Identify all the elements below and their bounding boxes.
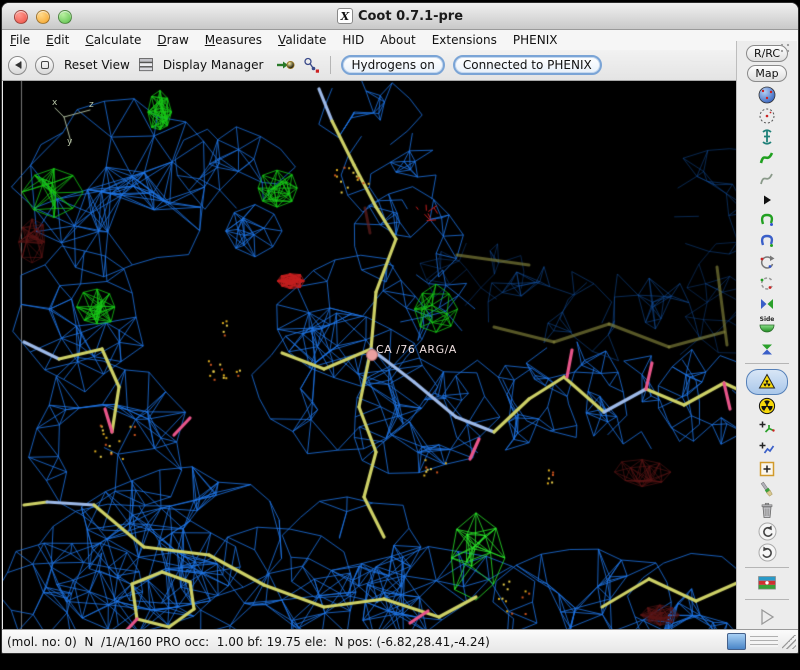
phenix-connection-button[interactable]: Connected to PHENIX xyxy=(452,55,602,75)
toolbar-separator xyxy=(330,56,332,74)
separator xyxy=(745,599,789,601)
axis-x-label: x xyxy=(52,98,58,108)
status-grip[interactable] xyxy=(750,636,778,647)
menu-bar: File Edit Calculate Draw Measures Validate HID… xyxy=(2,30,798,50)
axis-z-label: z xyxy=(89,100,94,110)
auto-fit-rotamer-icon xyxy=(760,214,774,227)
redo-icon xyxy=(758,543,776,562)
axis-y-label: y xyxy=(67,137,73,147)
auto-fit-rotamer-button[interactable] xyxy=(758,210,776,231)
menu-measures[interactable]: Measures xyxy=(205,33,262,47)
torsion-general-icon xyxy=(760,277,774,290)
clear-brush-button[interactable] xyxy=(758,479,776,500)
menu-file[interactable]: File xyxy=(10,33,30,47)
warning-trefoil-icon xyxy=(758,373,776,389)
play-triangle-icon xyxy=(764,195,771,205)
add-alt-conf-button[interactable] xyxy=(758,437,776,458)
radiation-blob-button[interactable] xyxy=(758,396,776,417)
map-button[interactable]: Map xyxy=(747,65,787,82)
screen: X Coot 0.7.1-pre File Edit Calculate Draw Me… xyxy=(0,0,800,670)
x11-icon: X xyxy=(336,8,353,24)
undo-icon xyxy=(758,522,776,541)
window-title: Coot 0.7.1-pre xyxy=(357,8,464,24)
add-terminal-residue-icon xyxy=(759,421,775,433)
status-text: (mol. no: 0) N /1/A/160 PRO occ: 1.00 bf… xyxy=(7,634,490,649)
atom-label: CA /76 ARG/A xyxy=(376,343,457,356)
menu-phenix[interactable]: PHENIX xyxy=(513,33,558,47)
hydrogens-toggle-button[interactable]: Hydrogens on xyxy=(341,55,445,75)
flip-peptide-icon xyxy=(761,298,773,309)
rotate-translate-button[interactable] xyxy=(760,189,774,210)
menu-extensions[interactable]: Extensions xyxy=(432,33,497,47)
redo-button[interactable] xyxy=(758,542,777,563)
coot-window: X Coot 0.7.1-pre File Edit Calculate Draw Me… xyxy=(1,2,799,654)
torsion-general-button[interactable] xyxy=(758,273,776,294)
edit-chi-angles-button[interactable] xyxy=(758,252,776,273)
go-to-atom-icon[interactable] xyxy=(275,57,295,73)
reset-view-button[interactable]: Reset View xyxy=(64,58,130,72)
collapse-toolbar-button[interactable] xyxy=(8,55,27,75)
view-sphere-button[interactable] xyxy=(758,85,776,106)
rotamer-icon xyxy=(760,235,774,248)
undo-button[interactable] xyxy=(758,521,777,542)
menu-calculate[interactable]: Calculate xyxy=(85,33,141,47)
rigid-body-fit-button[interactable] xyxy=(758,168,776,189)
add-terminal-residue-button[interactable] xyxy=(758,417,776,438)
gl-canvas[interactable]: x z y CA /76 ARG/A xyxy=(3,81,737,631)
brush-icon xyxy=(760,481,773,497)
refine-anchor-icon xyxy=(762,129,772,145)
delete-item-button[interactable] xyxy=(758,500,776,521)
flip-peptide-button[interactable] xyxy=(758,293,776,314)
back-arrow-icon xyxy=(14,61,21,69)
main-toolbar: Reset View Display Manager Hydrogens on … xyxy=(2,50,736,81)
stop-view-button[interactable] xyxy=(35,55,54,75)
menu-about[interactable]: About xyxy=(380,33,415,47)
density-scene[interactable] xyxy=(3,81,737,631)
rigid-body-icon xyxy=(760,173,773,185)
flag-icon xyxy=(758,576,776,590)
add-alt-conf-icon xyxy=(759,442,775,454)
jed-flip-button[interactable] xyxy=(758,338,776,359)
expand-toolbar-button[interactable] xyxy=(757,604,777,630)
square-icon xyxy=(40,61,49,69)
ligand-flag-button[interactable] xyxy=(757,572,777,596)
menu-edit[interactable]: Edit xyxy=(46,33,69,47)
jed-flip-icon xyxy=(762,344,772,355)
menu-draw[interactable]: Draw xyxy=(157,33,188,47)
display-manager-icon xyxy=(138,58,153,72)
regularize-zone-icon xyxy=(759,152,774,164)
place-atom-icon xyxy=(759,461,775,476)
menu-validate[interactable]: Validate xyxy=(278,33,326,47)
trash-icon xyxy=(761,502,773,518)
regularize-zone-button[interactable] xyxy=(758,148,776,169)
rotamer-button[interactable] xyxy=(758,231,776,252)
molecule-icon[interactable] xyxy=(303,57,320,74)
recentre-target-icon xyxy=(759,108,775,124)
status-bar: (mol. no: 0) N /1/A/160 PRO occ: 1.00 bf… xyxy=(2,629,798,653)
expand-play-icon xyxy=(761,609,775,626)
side-toolbar: R/RC Map Side xyxy=(736,41,797,630)
toolbar-grip[interactable] xyxy=(780,43,792,53)
window-title-area: X Coot 0.7.1-pre xyxy=(2,3,798,29)
window-resize-grip[interactable] xyxy=(782,634,796,649)
separator xyxy=(745,362,789,364)
side-chain-180-button[interactable]: Side xyxy=(758,314,776,338)
difference-map-blob-button-active[interactable] xyxy=(746,368,788,395)
view-sphere-icon xyxy=(758,87,776,104)
menu-hid[interactable]: HID xyxy=(342,33,364,47)
recentre-button[interactable] xyxy=(758,106,776,127)
radiation-icon xyxy=(758,398,776,415)
separator xyxy=(745,566,789,568)
display-manager-button[interactable]: Display Manager xyxy=(163,58,264,72)
real-space-refine-button[interactable] xyxy=(758,127,776,148)
side-chain-180-icon xyxy=(759,324,775,333)
edit-chi-angles-icon xyxy=(760,255,775,269)
title-bar[interactable]: X Coot 0.7.1-pre xyxy=(2,3,798,30)
place-atom-button[interactable] xyxy=(758,458,776,479)
status-scrollbar-thumb[interactable] xyxy=(727,633,746,650)
